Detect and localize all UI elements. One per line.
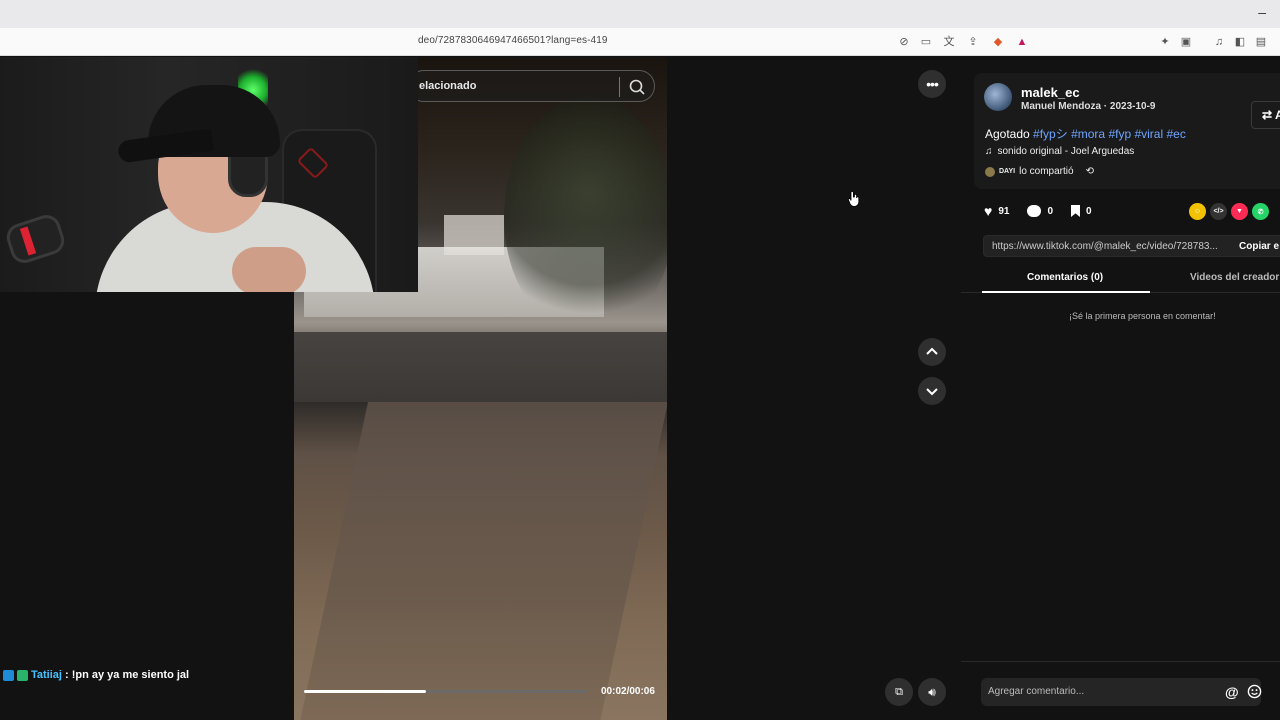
sharer-name: DAYI	[999, 168, 1016, 175]
chevron-up-icon	[926, 347, 938, 355]
share-icon[interactable]: ⇪	[965, 34, 981, 50]
search-input[interactable]: elacionado	[419, 80, 476, 92]
reader-icon[interactable]: ▣	[1178, 34, 1194, 50]
shared-text: lo compartió	[1019, 166, 1074, 177]
search-bar[interactable]: elacionado	[408, 70, 655, 102]
like-button[interactable]: ♥ 91	[984, 203, 1009, 219]
more-icon: •••	[926, 76, 939, 92]
webcam-hand	[232, 247, 306, 292]
no-camera-icon[interactable]: ⊘	[896, 34, 912, 50]
volume-icon: 🔊︎	[928, 684, 936, 699]
chat-badge-icon	[3, 669, 14, 681]
volume-button[interactable]: 🔊︎	[918, 678, 946, 706]
video-time: 00:02/00:06	[601, 686, 655, 697]
video-tree	[504, 97, 667, 337]
comment-composer: Agregar comentario... @	[961, 661, 1280, 720]
rewards-triangle-icon[interactable]: ▲	[1014, 34, 1030, 50]
description-text: Agotado	[985, 127, 1034, 141]
translate-icon[interactable]: 文	[941, 34, 957, 50]
repost-icon: ⟲	[1085, 166, 1094, 177]
sidebar-toggle-icon[interactable]: ◧	[1232, 34, 1248, 50]
brave-shield-icon[interactable]: ◆	[990, 34, 1006, 50]
hashtag-link[interactable]: #fyp	[1108, 127, 1131, 141]
whatsapp-icon[interactable]: ✆	[1252, 203, 1269, 220]
wallet-icon[interactable]: ▤	[1253, 34, 1269, 50]
pip-icon: ⧉	[895, 685, 903, 698]
save-count: 0	[1086, 205, 1092, 217]
sound-link[interactable]: ♫ sonido original - Joel Arguedas	[985, 146, 1134, 157]
browser-title-bar: –	[0, 0, 1280, 28]
stream-chat-message: Tatiiaj : !pn ay ya me siento jal	[3, 669, 189, 681]
heart-icon: ♥	[984, 203, 993, 219]
creator-username[interactable]: malek_ec	[1021, 85, 1080, 100]
cast-icon[interactable]: ▭	[918, 34, 934, 50]
video-description: Agotado #fypシ #mora #fyp #viral #ec	[985, 125, 1186, 142]
video-progress-bar[interactable]	[304, 690, 588, 693]
media-icon[interactable]: ♫	[1211, 34, 1227, 50]
mention-button[interactable]: @	[1225, 684, 1239, 700]
bookmark-icon	[1071, 205, 1080, 217]
share-options: ☺ </> ▼ ✆	[1189, 203, 1269, 220]
previous-video-button[interactable]	[918, 338, 946, 366]
music-note-icon: ♫	[985, 146, 993, 157]
search-icon[interactable]	[628, 78, 646, 96]
friends-share-icon[interactable]: ☺	[1189, 203, 1206, 220]
hashtag-link[interactable]: #mora	[1071, 127, 1105, 141]
streamer-webcam	[0, 57, 418, 292]
creator-meta: Manuel Mendoza · 2023-10-9	[1021, 101, 1156, 112]
video-link-text[interactable]: https://www.tiktok.com/@malek_ec/video/7…	[992, 241, 1218, 252]
chat-text: : !pn ay ya me siento jal	[64, 669, 190, 681]
comment-bubble-icon	[1027, 205, 1042, 217]
send-share-icon[interactable]: ▼	[1231, 203, 1248, 220]
like-count: 91	[998, 205, 1010, 217]
tab-comments[interactable]: Comentarios (0)	[1027, 272, 1103, 283]
active-tab-indicator	[982, 291, 1150, 293]
extensions-icon[interactable]: ✦	[1157, 34, 1173, 50]
emoji-icon[interactable]	[1247, 684, 1262, 699]
webcam-microphone	[3, 211, 68, 267]
browser-address-bar[interactable]: deo/7287830646947466501?lang=es-419 ⊘ ▭ …	[0, 28, 1280, 56]
tab-creator-videos[interactable]: Videos del creador	[1190, 272, 1279, 283]
embed-code-icon[interactable]: </>	[1210, 203, 1227, 220]
comment-placeholder: Agregar comentario...	[988, 686, 1085, 697]
video-link-box[interactable]: https://www.tiktok.com/@malek_ec/video/7…	[983, 235, 1280, 257]
comment-button[interactable]: 0	[1027, 205, 1053, 217]
search-divider	[619, 77, 620, 97]
screen: – deo/7287830646947466501?lang=es-419 ⊘ …	[0, 0, 1280, 720]
engagement-actions: ♥ 91 0 0	[984, 203, 1104, 219]
avatar[interactable]	[984, 83, 1012, 111]
video-progress-fill	[304, 690, 427, 693]
video-sidewalk	[299, 402, 667, 720]
url-text[interactable]: deo/7287830646947466501?lang=es-419	[418, 35, 608, 46]
hashtag-link[interactable]: #fypシ	[1033, 127, 1068, 141]
video-details-panel: malek_ec Manuel Mendoza · 2023-10-9 ⇄ Am…	[961, 57, 1280, 720]
video-road	[294, 332, 667, 402]
hashtag-link[interactable]: #ec	[1167, 127, 1186, 141]
creator-info-card: malek_ec Manuel Mendoza · 2023-10-9 ⇄ Am…	[974, 73, 1280, 189]
comment-input[interactable]: Agregar comentario... @	[981, 678, 1262, 706]
sound-name: sonido original - Joel Arguedas	[997, 146, 1135, 157]
minimize-button[interactable]: –	[1258, 4, 1266, 20]
follow-button[interactable]: ⇄ Am	[1251, 101, 1280, 129]
tiktok-page: elacionado ••• 00:02/00:06 ⧉ 🔊︎ Tatiiaj …	[0, 57, 1280, 720]
mouse-cursor-icon	[848, 191, 860, 207]
save-button[interactable]: 0	[1071, 205, 1092, 217]
floating-player-button[interactable]: ⧉	[885, 678, 913, 706]
comment-count: 0	[1047, 205, 1053, 217]
empty-comments-message: ¡Sé la primera persona en comentar!	[1069, 311, 1216, 321]
copy-link-button[interactable]: Copiar e	[1239, 241, 1279, 252]
shared-by-row: DAYI lo compartió ⟲	[985, 166, 1094, 177]
details-tabs: Comentarios (0) Videos del creador	[961, 263, 1280, 293]
chevron-down-icon	[926, 388, 938, 396]
more-options-button[interactable]: •••	[918, 70, 946, 98]
hashtag-link[interactable]: #viral	[1134, 127, 1163, 141]
chat-username: Tatiiaj	[31, 669, 62, 681]
chat-badge-icon	[17, 669, 28, 681]
next-video-button[interactable]	[918, 377, 946, 405]
sharer-avatar	[985, 166, 995, 177]
